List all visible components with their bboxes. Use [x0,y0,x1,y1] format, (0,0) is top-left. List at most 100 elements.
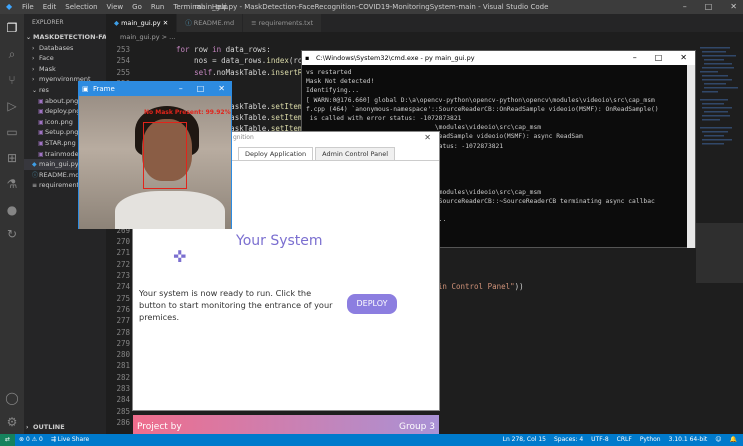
feedback-icon[interactable]: ☺ [715,434,721,446]
maximize-icon[interactable]: □ [705,2,713,11]
menu-selection[interactable]: Selection [65,3,97,11]
line-number: 282 [116,372,130,382]
remote-explorer-icon[interactable]: ▭ [4,124,20,140]
source-control-icon[interactable]: ⑂ [4,72,20,88]
folder-mask[interactable]: › Mask [24,64,106,75]
deploy-button[interactable]: DEPLOY [347,294,397,314]
line-number: 278 [116,327,130,337]
line-number: 286 [116,417,130,427]
folder-face[interactable]: › Face [24,53,106,64]
crosshair-logo-icon: ✜ [173,247,187,266]
chevron-down-icon: ⌄ [26,34,32,41]
frame-title-bar[interactable]: ▣ Frame – □ ✕ [79,82,231,96]
minimap-preview [696,47,743,283]
line-number: 284 [116,395,130,405]
extensions-icon[interactable]: ⊞ [4,150,20,166]
folder-databases[interactable]: › Databases [24,43,106,54]
line-number: 273 [116,271,130,280]
tab-main-gui-py[interactable]: ◆ main_gui.py ✕ [106,14,178,32]
live-share-status[interactable]: ⇶ Live Share [47,434,93,446]
close-icon[interactable]: ✕ [218,82,225,96]
tab-deploy-application[interactable]: Deploy Application [238,147,314,161]
menu-edit[interactable]: Edit [43,3,57,11]
workspace-root-label: MASKDETECTION-FACERE... [33,33,106,41]
language-mode[interactable]: Python [640,434,661,446]
line-number: 274 [116,282,130,292]
cmd-title-bar[interactable]: ▪ C:\Windows\System32\cmd.exe - py main_… [302,51,695,65]
tab-admin-control-panel[interactable]: Admin Control Panel [315,147,396,161]
console-line: Identifying... [306,87,360,95]
folder-label: res [39,85,49,94]
close-tab-icon[interactable]: ✕ [163,19,168,27]
line-number: 270 [116,237,130,247]
close-icon[interactable]: ✕ [680,51,687,65]
tab-requirements-txt[interactable]: ≡ requirements.txt [243,14,323,32]
chevron-down-icon: ⌄ [32,86,38,94]
workspace-root[interactable]: ⌄MASKDETECTION-FACERE... [24,32,106,43]
editor-tabs: ◆ main_gui.py ✕ ⓘ README.md ≡ requiremen… [106,14,743,32]
file-label: STAR.png [45,138,76,147]
indentation[interactable]: Spaces: 4 [554,434,583,446]
line-number: 276 [116,304,130,314]
line-number: 281 [116,361,130,371]
testing-icon[interactable]: ⚗ [4,176,20,192]
menu-go[interactable]: Go [132,3,142,11]
camera-frame-window[interactable]: ▣ Frame – □ ✕ No Mask Present: 99.92% [78,81,232,229]
menu-file[interactable]: File [22,3,34,11]
status-bar: ⇄ ⊗ 0 ⚠ 0 ⇶ Live Share Ln 278, Col 15 Sp… [0,434,743,446]
code-line[interactable]: self.noMaskTable.insertRo [176,68,307,77]
code-line[interactable]: for row in data_rows: [176,45,271,54]
github-icon[interactable]: ● [4,202,20,218]
explorer-icon[interactable]: ❐ [4,20,20,36]
live-share-icon[interactable]: ↻ [4,226,20,242]
search-icon[interactable]: ⌕ [4,46,20,62]
errors-indicator[interactable]: ⊗ 0 ⚠ 0 [15,434,47,446]
menu-view[interactable]: View [107,3,124,11]
window-controls: – □ ✕ [683,2,737,11]
image-file-icon: ▣ [38,129,44,137]
line-number: 254 [116,56,130,66]
app-title: gnition [233,134,254,141]
menu-terminal[interactable]: Terminal [173,3,203,11]
line-ending[interactable]: CRLF [617,434,632,446]
notifications-icon[interactable]: 🔔 [730,434,737,446]
file-label: Setup.png [45,128,79,137]
maximize-icon[interactable]: □ [197,82,205,96]
minimap[interactable] [696,43,743,434]
account-icon[interactable]: ◯ [4,390,20,406]
text-file-icon: ≡ [32,182,38,190]
python-interpreter[interactable]: 3.10.1 64-bit [669,434,708,446]
file-label: README.md [39,170,80,179]
person-shirt [115,191,225,229]
encoding[interactable]: UTF-8 [591,434,609,446]
python-file-icon: ◆ [32,161,37,169]
close-icon[interactable]: ✕ [424,132,431,144]
settings-gear-icon[interactable]: ⚙ [4,414,20,430]
console-line: [ WARN:0@176.660] global D:\a\opencv-pyt… [306,96,655,104]
scrollbar[interactable] [687,65,695,248]
remote-icon[interactable]: ⇄ [0,434,16,446]
line-number: 272 [116,259,130,269]
title-bar: ◆ File Edit Selection View Go Run Termin… [0,0,743,14]
camera-feed: No Mask Present: 99.92% [79,96,231,229]
detection-label: No Mask Present: 99.92% [144,109,231,116]
outline-section[interactable]: › OUTLINE [26,422,65,433]
minimize-icon[interactable]: – [633,51,637,65]
menu-run[interactable]: Run [151,3,164,11]
minimize-icon[interactable]: – [179,82,183,96]
run-debug-icon[interactable]: ▷ [4,98,20,114]
live-share-label: Live Share [57,436,90,443]
code-line[interactable]: nos = data_rows.index(row [176,56,307,65]
console-line: Mask Not detected! [306,78,375,86]
menu-help[interactable]: Help [212,3,228,11]
close-icon[interactable]: ✕ [730,2,737,11]
maximize-icon[interactable]: □ [655,51,663,65]
breadcrumb[interactable]: main_gui.py > ... [106,32,706,43]
minimize-icon[interactable]: – [683,2,687,11]
cmd-app-icon: ▪ [305,54,310,62]
file-label: deploy.png [45,107,81,116]
file-label: about.png [45,96,79,105]
line-number: 277 [116,316,130,326]
cursor-position[interactable]: Ln 278, Col 15 [503,434,546,446]
tab-readme-md[interactable]: ⓘ README.md [177,14,244,32]
